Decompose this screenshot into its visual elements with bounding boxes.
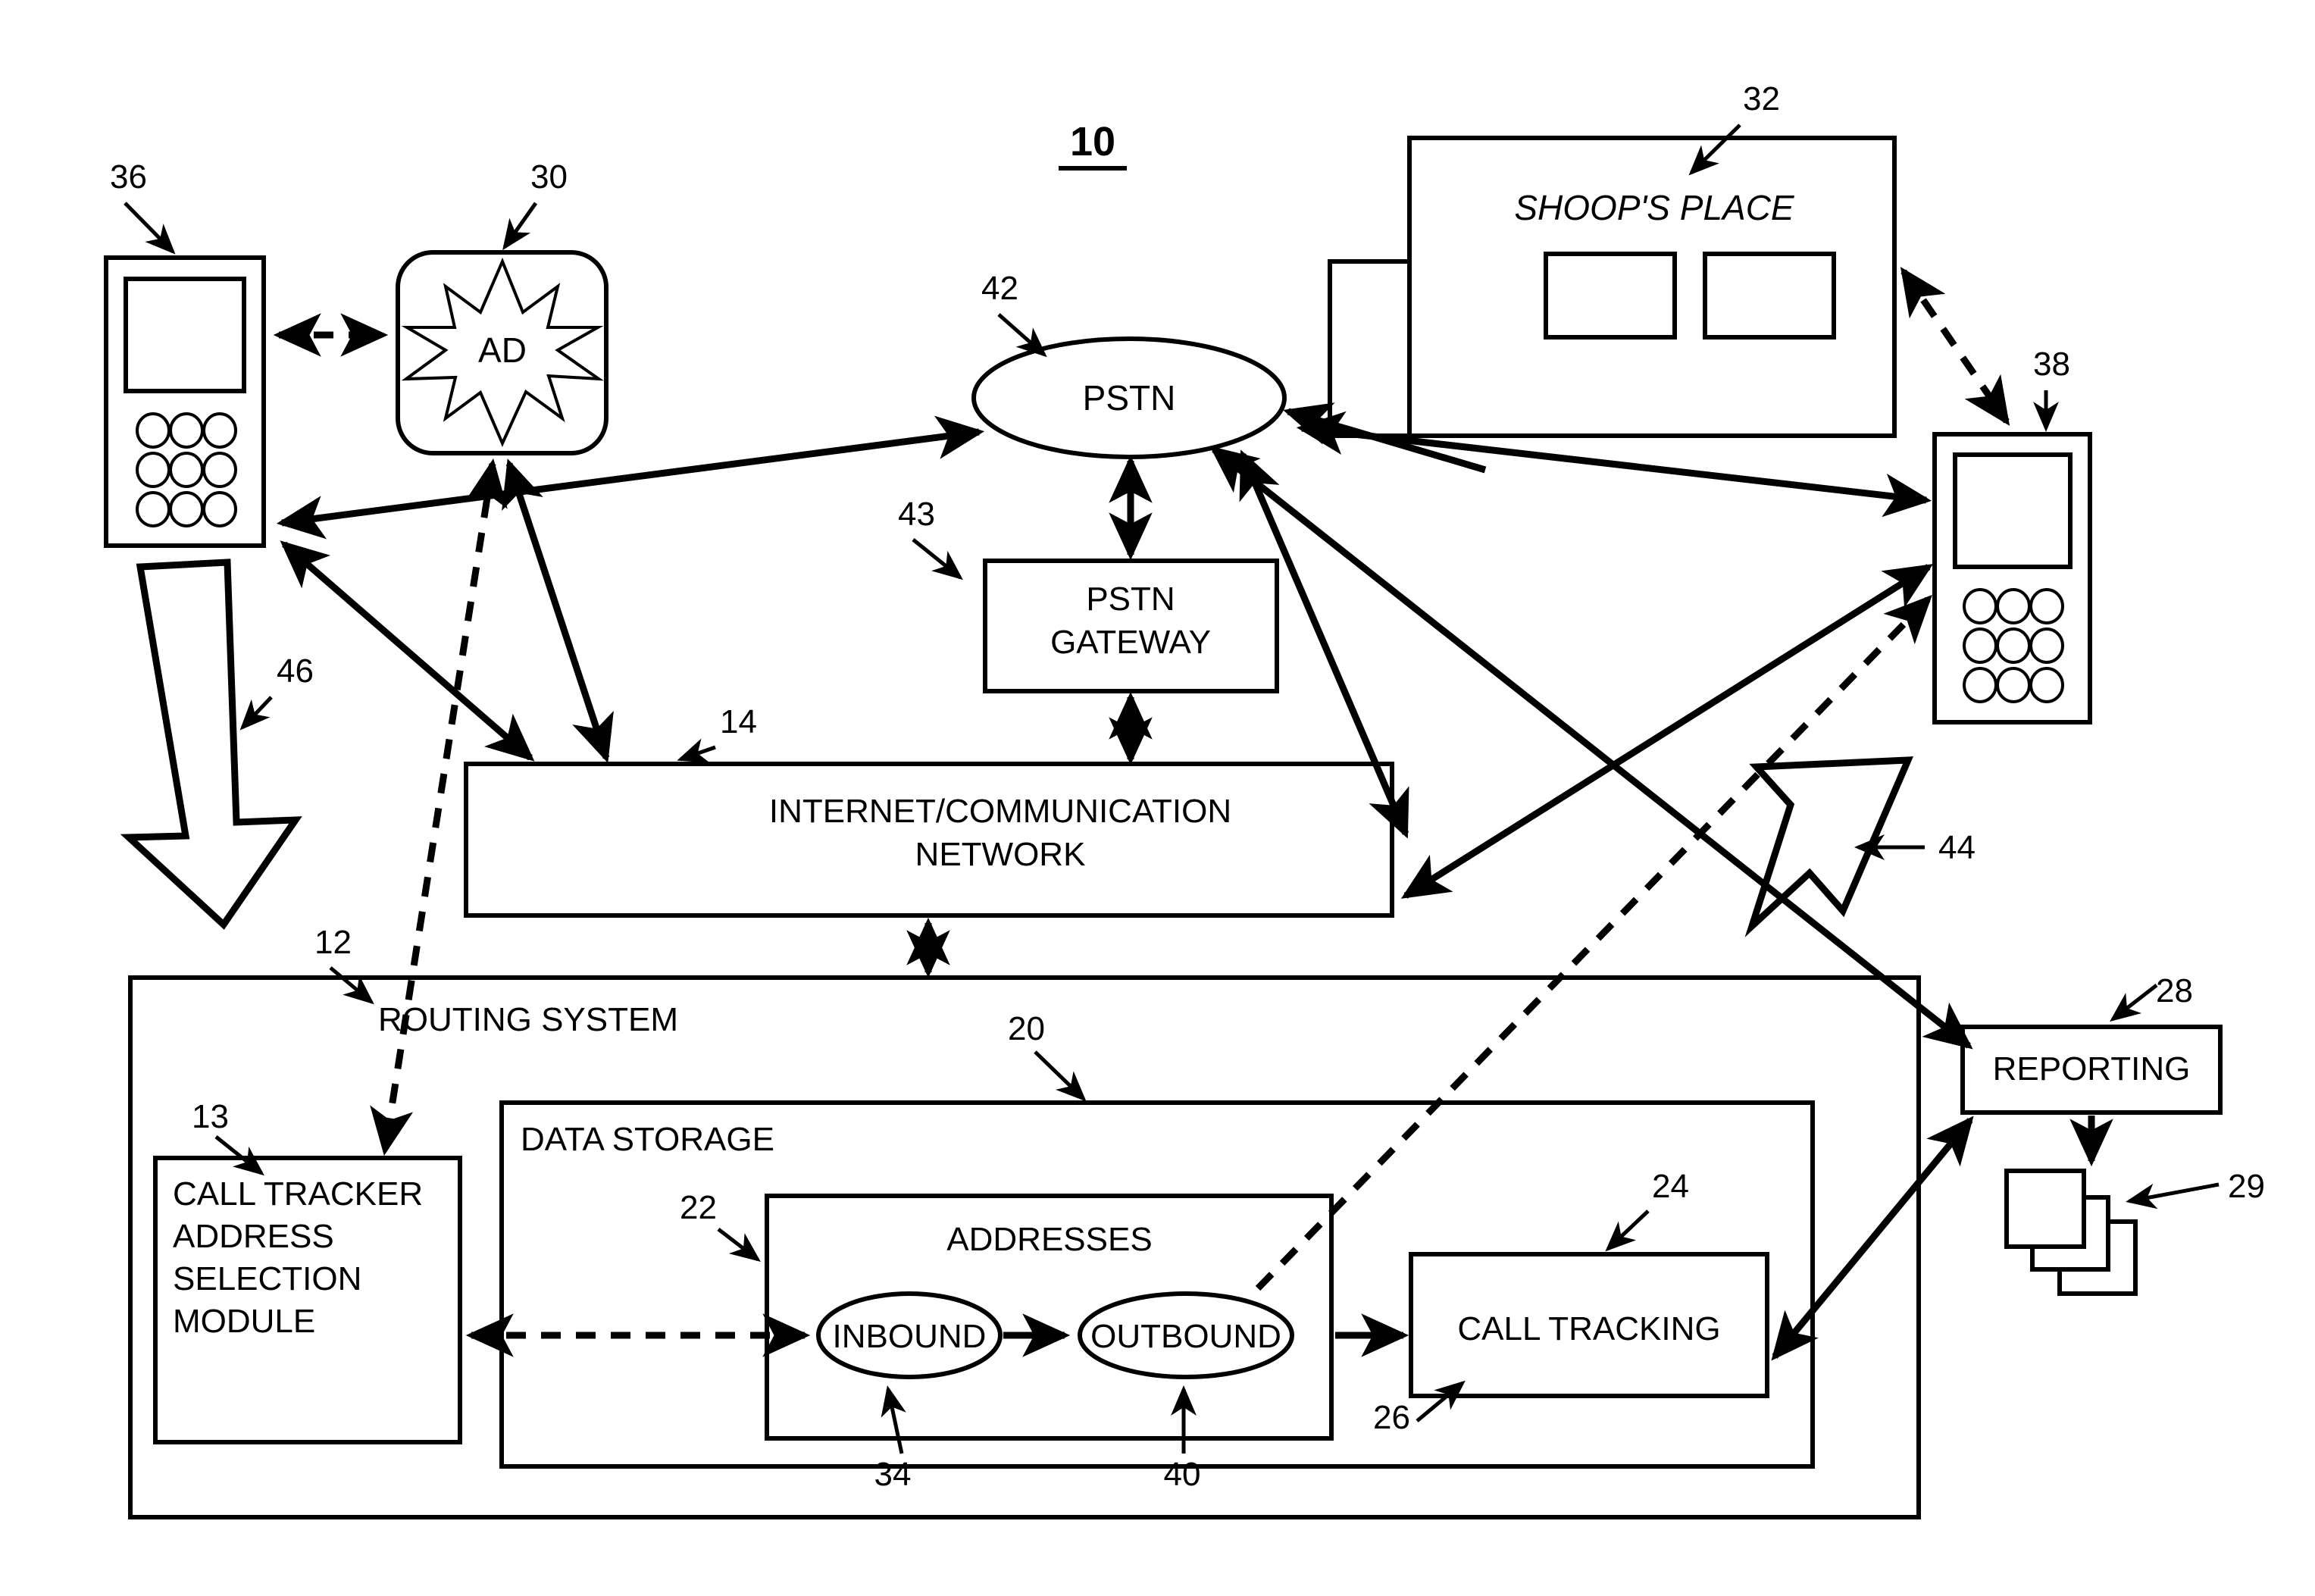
connector-business-phone38 [1900, 267, 2010, 426]
ref-29: 29 [2126, 1168, 2265, 1210]
network-label-line2: NETWORK [915, 836, 1086, 873]
block-arrow-46-shape [120, 559, 302, 930]
ref-12-text: 12 [314, 924, 352, 961]
connector-ad-network [502, 458, 614, 763]
patent-figure-page: 10 36 AD 30 PSTN 42 PSTN GATEWAY 43 SHOO… [0, 0, 2315, 1596]
ad-node-30[interactable]: AD [396, 250, 608, 455]
ref-14-text: 14 [720, 703, 757, 740]
phone-screen-36 [124, 277, 246, 393]
pstn-gateway-label-line2: GATEWAY [1050, 624, 1211, 661]
pstn-node-42[interactable]: PSTN [971, 336, 1287, 459]
pstn-label: PSTN [1083, 378, 1176, 418]
ctm-line1: CALL TRACKER [173, 1175, 423, 1213]
report-doc-1 [2004, 1169, 2086, 1249]
ad-label: AD [478, 330, 527, 370]
ref-34-text: 34 [874, 1456, 912, 1493]
ref-46-text: 46 [277, 652, 314, 690]
connector-pstn-phone38 [1296, 411, 1932, 518]
ref-30: 30 [502, 158, 568, 251]
ref-22-text: 22 [680, 1189, 717, 1226]
ref-42-text: 42 [981, 270, 1018, 307]
business-window-left [1544, 252, 1677, 340]
ref-30-leader [502, 202, 538, 251]
routing-system-label: ROUTING SYSTEM [378, 1001, 678, 1038]
ref-29-text: 29 [2228, 1168, 2265, 1205]
connector-phone36-network [280, 540, 535, 762]
business-32[interactable]: SHOOP'S PLACE [1328, 136, 1897, 438]
ref-43-text: 43 [898, 496, 935, 533]
ref-38-text: 38 [2033, 346, 2070, 383]
addresses-label: ADDRESSES [946, 1221, 1152, 1258]
block-arrow-down-46: 46 [120, 559, 314, 930]
ref-44-text: 44 [1938, 829, 1976, 866]
figure-title: 10 [1059, 119, 1127, 171]
ref-28: 28 [2110, 972, 2193, 1022]
ref-43-leader [912, 538, 963, 581]
call-tracker-module-13[interactable]: CALL TRACKER ADDRESS SELECTION MODULE [153, 1156, 462, 1444]
ref-36-text: 36 [110, 158, 147, 196]
business-window-right [1703, 252, 1836, 340]
figure-canvas: 10 36 AD 30 PSTN 42 PSTN GATEWAY 43 SHOO… [104, 80, 2265, 1519]
ref-20-text: 20 [1008, 1010, 1045, 1047]
connector-phone36-pstn [276, 415, 985, 540]
mobile-phone-36[interactable] [104, 255, 266, 548]
ref-36-leader [124, 202, 176, 255]
call-tracking-label: CALL TRACKING [1457, 1310, 1720, 1347]
reporting-28[interactable]: REPORTING [1960, 1025, 2223, 1115]
addresses-22[interactable]: ADDRESSES INBOUND OUTBOUND [765, 1194, 1334, 1441]
phone-screen-38 [1953, 452, 2073, 569]
ref-46-leader [239, 696, 273, 731]
data-storage-label: DATA STORAGE [521, 1121, 774, 1158]
business-sign-text: SHOOP'S PLACE [1514, 188, 1795, 227]
ctm-line3: SELECTION [173, 1260, 361, 1297]
ref-14-leader [677, 738, 716, 763]
outbound-label: OUTBOUND [1090, 1318, 1281, 1355]
reports-29[interactable] [2004, 1169, 2138, 1296]
ref-28-text: 28 [2156, 972, 2193, 1009]
ref-32-text: 32 [1743, 80, 1780, 117]
ref-43: 43 [898, 496, 963, 581]
ref-38: 38 [2033, 346, 2070, 432]
pstn-gateway-43[interactable]: PSTN GATEWAY [983, 559, 1279, 693]
ref-29-leader [2126, 1182, 2220, 1210]
ctm-line4: MODULE [173, 1303, 315, 1340]
ref-24-text: 24 [1652, 1168, 1689, 1205]
ref-14: 14 [677, 703, 757, 763]
figure-title-text: 10 [1070, 119, 1115, 164]
pstn-gateway-label-line1: PSTN [1086, 581, 1175, 618]
connector-pstn-reporting [1209, 446, 1973, 1050]
inbound-label: INBOUND [833, 1318, 987, 1355]
network-label-line1: INTERNET/COMMUNICATION [769, 793, 1231, 830]
ref-30-text: 30 [530, 158, 568, 196]
mobile-phone-38[interactable] [1932, 432, 2092, 724]
ref-13-text: 13 [192, 1098, 229, 1135]
ref-42: 42 [981, 270, 1047, 358]
ref-36: 36 [110, 158, 176, 255]
block-arrow-44-shape [1744, 756, 1913, 937]
reporting-label: REPORTING [1993, 1050, 2191, 1087]
ref-28-leader [2110, 984, 2158, 1022]
call-tracking-24[interactable]: CALL TRACKING [1409, 1252, 1769, 1398]
network-node-14[interactable]: INTERNET/COMMUNICATION NETWORK [464, 762, 1394, 918]
ref-42-leader [997, 313, 1047, 358]
ref-40-text: 40 [1164, 1456, 1201, 1493]
ctm-line2: ADDRESS [173, 1218, 334, 1255]
ref-26-text: 26 [1373, 1399, 1410, 1436]
